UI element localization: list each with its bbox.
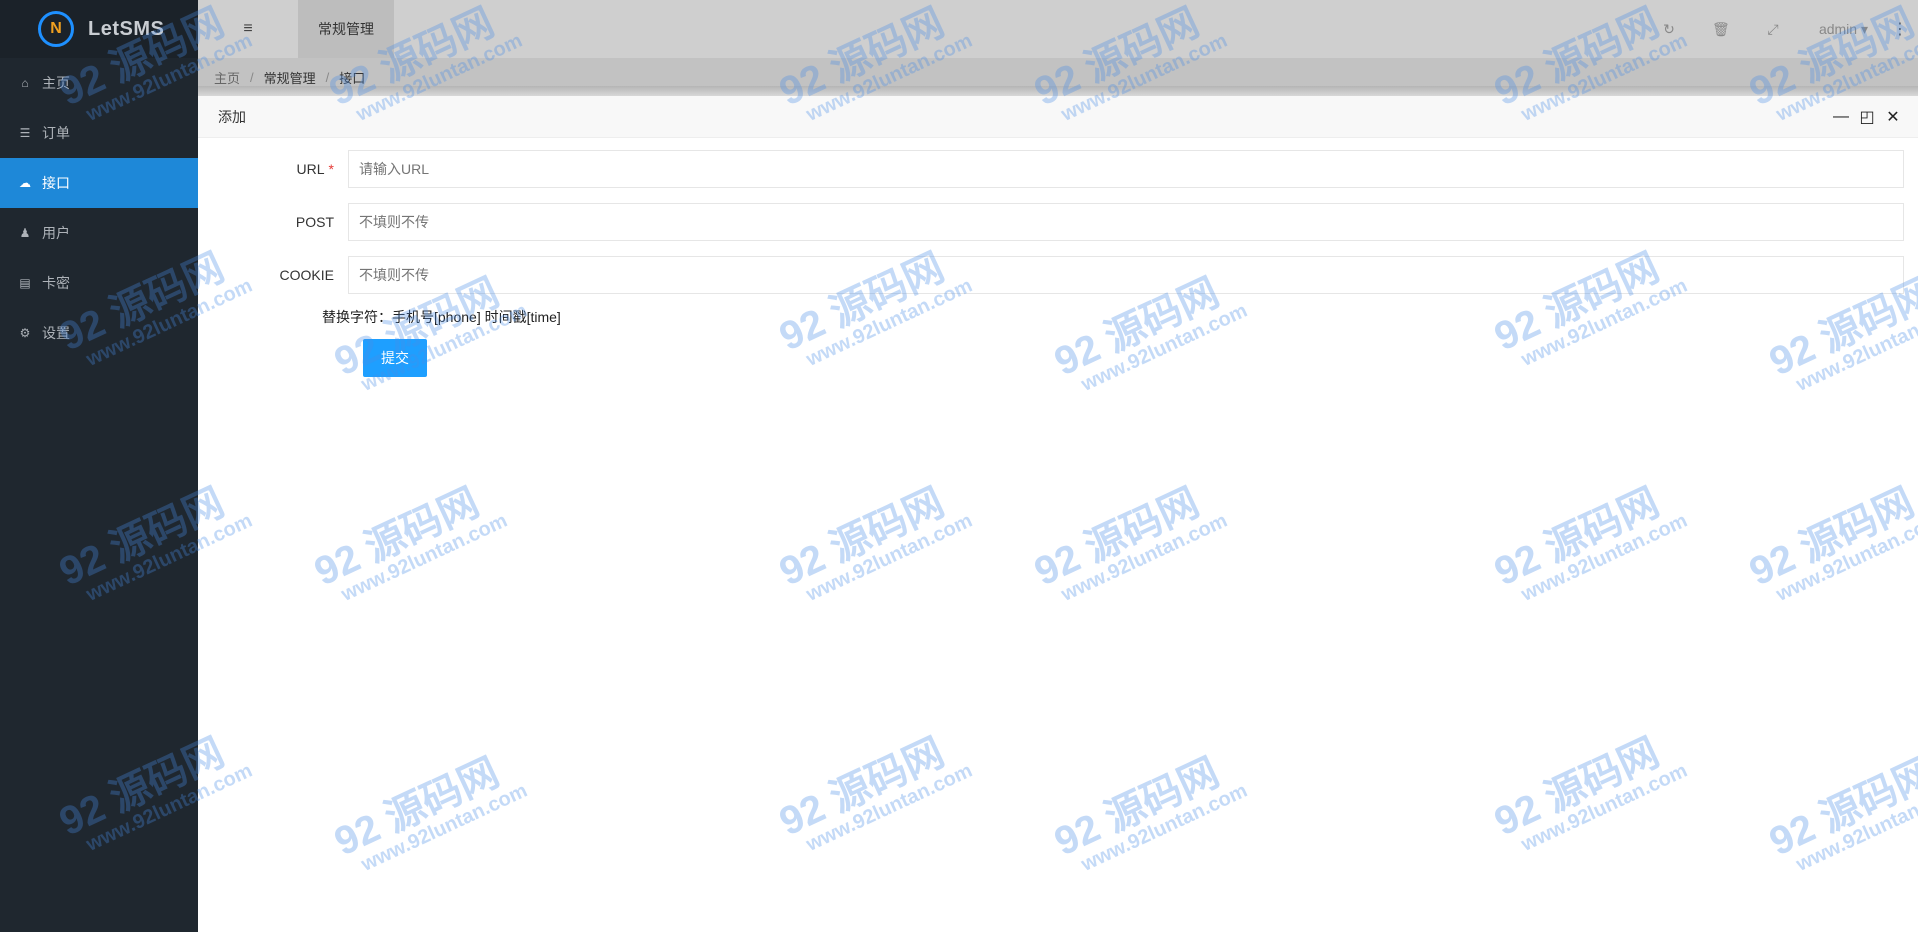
cookie-input[interactable] — [348, 256, 1904, 294]
close-icon[interactable]: ✕ — [1880, 107, 1906, 127]
menu-toggle-icon[interactable]: ≡ — [198, 0, 298, 58]
gear-icon: ⚙ — [19, 326, 31, 340]
trash-icon[interactable]: 🗑 — [1695, 21, 1747, 38]
url-input[interactable] — [348, 150, 1904, 188]
list-icon: ☰ — [19, 126, 31, 140]
breadcrumb-separator: / — [250, 69, 254, 85]
sidebar-item-label: 设置 — [42, 325, 70, 341]
breadcrumb-current: 接口 — [339, 70, 366, 86]
cookie-label: COOKIE — [279, 267, 334, 283]
card-icon: ▤ — [19, 276, 31, 290]
top-header: ≡ 常规管理 ↻ 🗑 ⤢ admin ▾ ⋮ — [198, 0, 1918, 58]
required-mark: * — [328, 161, 334, 177]
refresh-icon[interactable]: ↻ — [1643, 21, 1695, 38]
cookie-row: COOKIE — [198, 256, 1918, 294]
add-api-form: URL* POST COOKIE 替换字符：手机号[phone] 时间戳[tim… — [198, 138, 1918, 377]
submit-button[interactable]: 提交 — [363, 339, 427, 377]
cloud-icon: ☁ — [19, 176, 31, 190]
dialog-header: 添加 — ◰ ✕ — [198, 96, 1918, 138]
sidebar-menu: ⌂ 主页 ☰ 订单 ☁ 接口 ♟ 用户 ▤ 卡密 ⚙ 设置 — [0, 58, 198, 358]
replacement-hint: 替换字符：手机号[phone] 时间戳[time] — [322, 309, 561, 325]
sidebar: N LetSMS ⌂ 主页 ☰ 订单 ☁ 接口 ♟ 用户 ▤ 卡密 ⚙ 设置 — [0, 0, 198, 932]
url-row: URL * — [198, 150, 1918, 188]
sidebar-item-api[interactable]: ☁ 接口 — [0, 158, 198, 208]
logo[interactable]: N LetSMS — [0, 0, 198, 58]
tab-general-management[interactable]: 常规管理 — [298, 0, 394, 58]
minimize-icon[interactable]: — — [1828, 108, 1854, 126]
app-name: LetSMS — [88, 17, 165, 40]
maximize-icon[interactable]: ◰ — [1854, 107, 1880, 127]
post-label: POST — [295, 214, 334, 230]
sidebar-item-label: 卡密 — [42, 275, 70, 291]
breadcrumb-home[interactable]: 主页 — [214, 68, 240, 87]
dialog-title: 添加 — [218, 108, 246, 125]
home-icon: ⌂ — [21, 76, 29, 90]
users-icon: ♟ — [19, 226, 31, 240]
post-input[interactable] — [348, 203, 1904, 241]
breadcrumb-separator: / — [325, 69, 330, 85]
sidebar-item-label: 订单 — [42, 125, 70, 141]
post-row: POST — [198, 203, 1918, 241]
overlay-shade — [198, 86, 1918, 96]
add-dialog: 添加 — ◰ ✕ URL* POST COOKIE 替换字符：手机号[phone… — [198, 96, 1918, 932]
sidebar-item-home[interactable]: ⌂ 主页 — [0, 58, 198, 108]
user-menu[interactable]: admin ▾ — [1819, 21, 1868, 38]
more-icon[interactable]: ⋮ — [1888, 19, 1912, 39]
url-label: URL * — [296, 161, 334, 177]
breadcrumb-section[interactable]: 常规管理 — [264, 68, 316, 87]
sidebar-item-orders[interactable]: ☰ 订单 — [0, 108, 198, 158]
sidebar-item-label: 用户 — [42, 225, 70, 241]
fullscreen-icon[interactable]: ⤢ — [1747, 21, 1799, 38]
sidebar-item-users[interactable]: ♟ 用户 — [0, 208, 198, 258]
logo-icon: N — [38, 11, 74, 47]
sidebar-item-label: 主页 — [42, 75, 70, 91]
sidebar-item-settings[interactable]: ⚙ 设置 — [0, 308, 198, 358]
sidebar-item-cards[interactable]: ▤ 卡密 — [0, 258, 198, 308]
sidebar-item-label: 接口 — [42, 175, 70, 191]
